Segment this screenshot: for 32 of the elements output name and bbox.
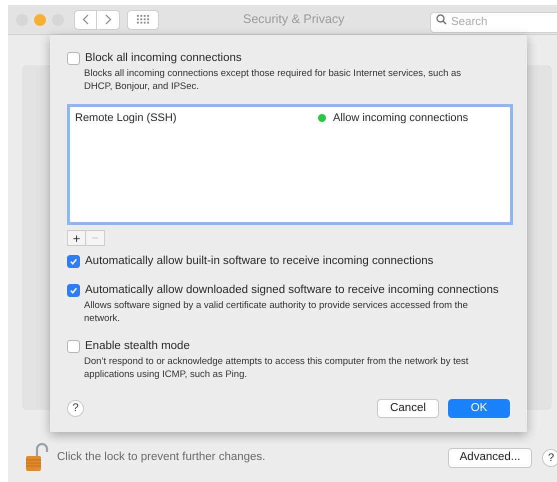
option-label: Block all incoming connections bbox=[85, 51, 242, 66]
option-label: Automatically allow built-in software to receive incoming connections bbox=[85, 254, 434, 269]
advanced-button[interactable]: Advanced... bbox=[448, 448, 532, 468]
cancel-button[interactable]: Cancel bbox=[377, 399, 439, 418]
lock-text: Click the lock to prevent further changes. bbox=[57, 450, 266, 466]
back-button[interactable] bbox=[74, 10, 97, 30]
ok-button[interactable]: OK bbox=[448, 399, 510, 418]
help-button[interactable]: ? bbox=[67, 400, 84, 417]
checkmark-icon bbox=[69, 286, 78, 295]
option-description: Allows software signed by a valid certificate authority to provide services accessed from the network. bbox=[84, 300, 469, 325]
status-text[interactable]: Allow incoming connections bbox=[333, 110, 468, 126]
padlock-icon[interactable] bbox=[23, 443, 51, 473]
checkbox[interactable] bbox=[67, 284, 80, 297]
checkbox[interactable] bbox=[67, 340, 80, 353]
option-description: Blocks all incoming connections except those required for basic Internet services, such as DHCP, Bonjour, and IPSec. bbox=[84, 68, 462, 93]
grid-button[interactable] bbox=[127, 10, 159, 30]
checkbox[interactable] bbox=[67, 52, 80, 65]
forward-button[interactable] bbox=[97, 10, 120, 30]
chevron-left-icon bbox=[82, 14, 89, 25]
window-title: Security & Privacy bbox=[243, 11, 344, 28]
search-field[interactable]: Search bbox=[430, 12, 557, 32]
option-description: Don’t respond to or acknowledge attempts to access this computer from the network by test applications using ICMP, such as Ping. bbox=[84, 356, 470, 381]
app-name[interactable]: Remote Login (SSH) bbox=[75, 110, 318, 126]
add-button[interactable]: + bbox=[67, 230, 86, 246]
option-label: Automatically allow downloaded signed software to receive incoming connections bbox=[85, 283, 499, 298]
checkbox[interactable] bbox=[67, 255, 80, 268]
grid-icon bbox=[136, 15, 150, 24]
option-label: Enable stealth mode bbox=[85, 339, 190, 354]
search-icon bbox=[436, 14, 447, 25]
help-button[interactable]: ? bbox=[542, 449, 557, 467]
chevron-right-icon bbox=[104, 14, 112, 25]
checkmark-icon bbox=[69, 257, 78, 266]
